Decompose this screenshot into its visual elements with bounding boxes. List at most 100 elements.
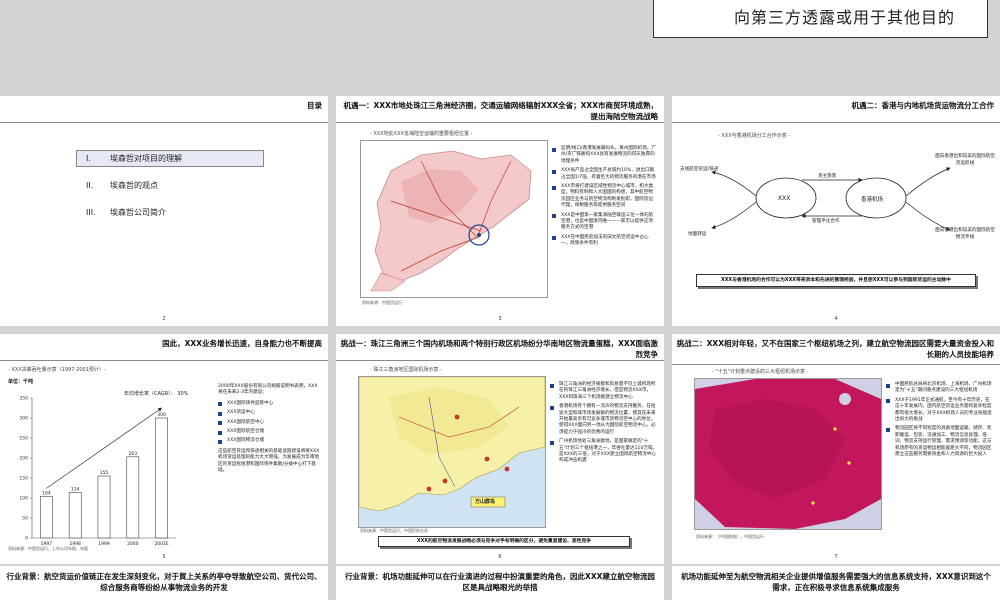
source-note: 资料来源：《中国航线》，中国货运行 — [696, 534, 764, 539]
plan-summary: 这些航空货运和快递相关的基础设施建设将将XXX机场货运处理的能力大大增强，为发展… — [218, 448, 320, 474]
slide-title: 目录 — [307, 101, 322, 110]
chart-unit: 单位：千吨 — [8, 379, 34, 385]
bullet-list: 监明/栈口/香港发展箱码头，黄州国际机场，广州/京广铁路和XXX具有发展物流的得… — [552, 146, 656, 251]
bar-value-label: 155 — [100, 470, 109, 476]
toc-item-1[interactable]: I. 埃森哲对项目的理解 — [86, 153, 182, 164]
x-tick-label: 1999 — [98, 541, 110, 547]
label-right-bottom: 面向香港出和较美的国际航空物流专线 — [935, 228, 995, 240]
x-tick-label: 2001E — [154, 541, 168, 547]
slide-growth[interactable]: 国此，XXX业务增长迅速，自身能力也不断提高 - XXX货邮吞吐量示意（1997… — [0, 334, 328, 564]
page-number: 6 — [498, 554, 502, 560]
y-tick-label: 0 — [25, 536, 28, 542]
divider — [336, 122, 664, 123]
slide-industry-background-1[interactable]: 行业背景：航空货运价值链正在发生深刻变化，对于貿上关系的亭夺导致航空公司、货代公… — [0, 566, 328, 600]
bar-value-label: 203 — [129, 451, 138, 457]
toc-number: I. — [86, 154, 91, 163]
divider — [0, 360, 328, 361]
bullet: 香港机场有个拥有一流声的物流支持服务，在短途大型和域市场发展额的物流位置，使其在… — [550, 404, 658, 436]
slide-title: 机遇二：香港与内地机场货运物流分工合作 — [851, 101, 995, 110]
slide-industry-background-2[interactable]: 行业背景：机场功能延伸可以在行业演进的过程中扮演重要的角色，因此XXX建立航空物… — [336, 566, 664, 600]
bullet: XXX市将打建设区域性物流中心城市，构大类型，物料有制和入大国国的构想，其中航空… — [552, 184, 656, 210]
plan-item: XXX国际物流仓储 — [218, 438, 322, 445]
label-left-bottom: 地面转运 — [688, 232, 707, 237]
slide-title: 挑战一：珠江三角洲三个国内机场和两个特别行政区机场纷分华南地区物流量蛋糕，XXX… — [340, 339, 658, 359]
toc-label: 埃森哲公司简介 — [110, 208, 166, 217]
y-tick-label: 150 — [19, 476, 28, 482]
bullet: XXX是中国第一家集海陆空联运三位一体的航空港，也是中国境内唯一——家可以提供这… — [552, 213, 656, 232]
toc-number: III. — [86, 208, 96, 217]
bullet: 监明/栈口/香港发展箱码头，黄州国际机场，广州/京广铁路和XXX具有发展物流的得… — [552, 146, 656, 165]
map-caption: - 珠江三角洲地区国际机场示意 - — [370, 367, 442, 373]
plan-text: 2000年XXX股份有限公司规股说明书表明，XXX将在未来2-3年内建设： XX… — [218, 384, 322, 474]
node-hk-airport: 香港机场 — [861, 197, 884, 203]
slide-contents[interactable]: 目录 I. 埃森哲对项目的理解 II. 埃森哲的观点 III. 埃森哲公司简介 2 — [0, 96, 328, 326]
page-number: 7 — [834, 554, 838, 560]
page-number: 2 — [162, 316, 166, 322]
divider — [672, 364, 1000, 365]
y-tick-label: 350 — [19, 396, 28, 402]
china-map — [694, 378, 882, 530]
slide-title: 国此，XXX业务增长迅速，自身能力也不断提高 — [162, 339, 322, 348]
source-note: 资料来源：中国货运行、上市公司年报、年报 — [8, 546, 88, 551]
map-caption: - XXX地处XXX省海陆空运输的重要枢纽位置 - — [370, 131, 473, 137]
slide-opportunity-1[interactable]: 机遇一：XXX市地处珠江三角洲经济圈，交通运输网络辐射XXX全省；XXX市商贸环… — [336, 96, 664, 326]
page-number: 5 — [162, 554, 166, 560]
y-tick-label: 300 — [19, 416, 28, 422]
y-tick-label: 50 — [22, 516, 28, 522]
plan-item: XXX国际航空中心 — [218, 420, 322, 426]
bullet: XXX在中国民航加法的旧文航空货运中占心一，政策条件有利 — [552, 235, 656, 248]
divider — [672, 122, 1000, 123]
toc-item-3[interactable]: III. 埃森哲公司简介 — [86, 207, 166, 218]
divider — [336, 360, 664, 361]
slide-opportunity-2[interactable]: 机遇二：香港与内地机场货运物流分工合作 - XXX与香港机场分工合作示意 - X… — [672, 96, 1000, 326]
conclusion-box: XXX的航空物流发展战略必须与竞争对手有明确的区分，避免重复建设、恶性竞争 — [378, 536, 630, 547]
bullet: 物流园区将不同程度的具备地面运输、储存、装卸搬运、包装、流通加工、物流信息处理、… — [886, 426, 994, 458]
bar — [68, 492, 82, 539]
map-graphic — [359, 377, 545, 512]
x-tick-label: 2000 — [127, 541, 139, 547]
cargo-bar-chart: 0501001502002503003501041997114199815519… — [19, 396, 176, 547]
bullet: XXX于1991年正式通航，至今有十年历史，在这十年发展内，国内航空货运业务量和… — [886, 398, 994, 424]
chart-caption: - XXX货邮吞吐量示意（1997-2001预计）- — [8, 367, 106, 373]
bar-value-label: 300 — [157, 412, 166, 418]
toc-label: 埃森哲对项目的理解 — [110, 154, 182, 163]
guangdong-map — [360, 140, 548, 298]
label-right-top: 面向香港出和较美的国际航空货运航线 — [935, 154, 995, 166]
toc-item-2[interactable]: II. 埃森哲的观点 — [86, 180, 158, 191]
arrow-label-top: 货主旅客 — [818, 174, 837, 179]
plan-item: XXX国际航空仓储 — [218, 429, 322, 435]
bullet-list: 珠江三角洲的经济规模和贸易量不仅上城机场所在的珠江三角洲经济增长，但是物流XXX… — [550, 382, 658, 468]
y-tick-label: 250 — [19, 436, 28, 442]
map-graphic — [695, 379, 881, 529]
bullet: 广州机场地处三角洲腹地，是国家确定的"十五"计划三个枢纽港之一，年吞吐量达110… — [550, 439, 658, 465]
bar-value-label: 114 — [71, 486, 80, 492]
banner-text: 向第三方透露或用于其他目的 — [733, 8, 955, 27]
bullet: 珠江三角洲的经济规模和贸易量不仅上城机场所在的珠江三角洲经济增长，但是物流XXX… — [550, 382, 658, 401]
bullet-list: 中国民航总局将北京机场、上海机场、广州机场定为"十五"期间重点建设的三大枢纽机场… — [886, 382, 994, 461]
bullet: 中国民航总局将北京机场、上海机场、广州机场定为"十五"期间重点建设的三大枢纽机场 — [886, 382, 994, 395]
toc-number: II. — [86, 181, 94, 190]
diagram-caption: - XXX与香港机场分工合作示意 - — [718, 133, 791, 139]
bar — [97, 475, 111, 539]
bullet: XXX省产品占全国生产总值约10%，进出口额占全国1/7强，有着巨大的物流服务的… — [552, 168, 656, 181]
prd-map: 万山群岛 — [358, 376, 546, 528]
confidential-banner: 向第三方透露或用于其他目的 — [653, 0, 988, 38]
slide-challenge-2[interactable]: 挑战二：XXX相对年轻，又不在国家三个枢纽机场之列，建立航空物流园区需要大量资金… — [672, 334, 1000, 564]
plan-item: XXX国际快件监管中心 — [218, 401, 322, 407]
divider — [0, 122, 328, 123]
slide-title: 机遇一：XXX市地处珠江三角洲经济圈，交通运输网络辐射XXX全省；XXX市商贸环… — [343, 101, 658, 121]
slide-title: 行业背景：航空货运价值链正在发生深刻变化，对于貿上关系的亭夺导致航空公司、货代公… — [6, 572, 322, 592]
bar — [40, 496, 53, 539]
slide-title: 行业背景：机场功能延伸可以在行业演进的过程中扮演重要的角色，因此XXX建立航空物… — [345, 572, 655, 592]
arrow-label-bottom: 管理平化合作 — [812, 219, 840, 224]
slide-challenge-1[interactable]: 挑战一：珠江三角洲三个国内机场和两个特别行政区机场纷分华南地区物流量蛋糕，XXX… — [336, 334, 664, 564]
bar-value-label: 104 — [42, 490, 51, 496]
map-region-label: 万山群岛 — [475, 499, 496, 505]
y-tick-label: 200 — [19, 456, 28, 462]
slide-info-system[interactable]: 机场功能延伸至为航空物流相关企业提供增值服务需要强大的信息系统支持，XXX意识到… — [672, 566, 1000, 600]
label-left-top: 支线航空货运/快递 — [680, 167, 719, 172]
conclusion-box: XXX与香港机场的合作可以为XXX带来资本和先进的管理经验，并且使XXX可以参与… — [696, 274, 976, 287]
page-number: 4 — [834, 316, 838, 322]
slide-title: 机场功能延伸至为航空物流相关企业提供增值服务需要强大的信息系统支持，XXX意识到… — [681, 572, 991, 592]
bar — [126, 456, 140, 539]
